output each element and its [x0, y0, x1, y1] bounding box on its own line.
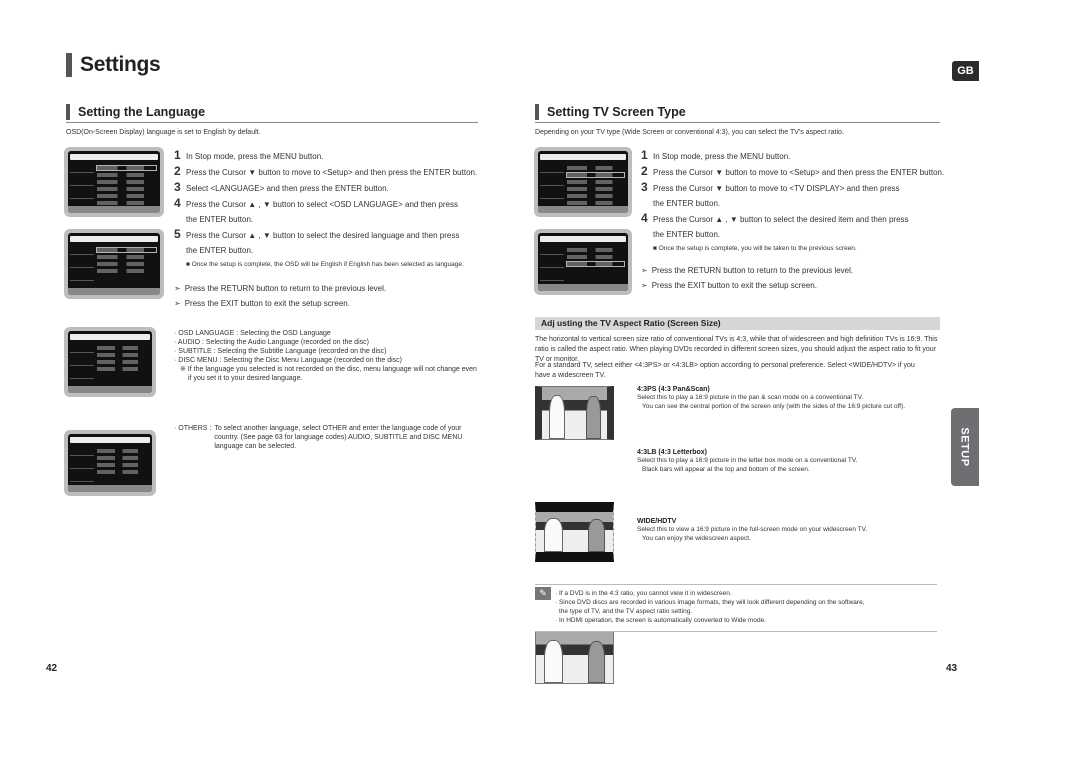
page-number-left: 42 — [46, 663, 58, 674]
aspect-ratio-paragraph-2: For a standard TV, select either <4:3PS>… — [535, 362, 915, 379]
heading-bar-decoration — [535, 104, 539, 120]
setup-side-tab: SETUP — [951, 408, 979, 486]
aspect-ratio-subheading: Adj usting the TV Aspect Ratio (Screen S… — [535, 317, 940, 330]
step-item: 4 Press the Cursor ▲ , ▼ button to select… — [641, 211, 909, 225]
tv-screen-steps: 1 In Stop mode, press the MENU button. 2P… — [641, 148, 951, 293]
osd-screenshot-language-list — [64, 327, 156, 397]
note-item: · If a DVD is in the 4:3 ratio, you cann… — [555, 590, 732, 597]
tip-item: ➣ Press the EXIT button to exit the setup… — [641, 281, 817, 290]
osd-screenshot-tv-display-options — [534, 229, 632, 295]
arrow-icon: ➣ — [174, 284, 181, 293]
region-badge: GB — [952, 61, 979, 81]
note-item: the type of TV, and the TV aspect ratio … — [559, 608, 693, 615]
language-steps: 1 In Stop mode, press the MENU button. 2P… — [174, 148, 484, 311]
language-intro: OSD(On-Screen Display) language is set t… — [66, 129, 261, 136]
step-item: 3 Select <LANGUAGE> and then press the EN… — [174, 180, 389, 194]
tip-item: ➣ Press the EXIT button to exit the setup… — [174, 299, 350, 308]
pencil-note-icon: ✎ — [535, 587, 551, 600]
language-heading-text: Setting the Language — [78, 105, 206, 119]
osd-screenshot-language-menu — [64, 229, 164, 299]
list-item: · SUBTITLE : Selecting the Subtitle Lang… — [174, 348, 387, 355]
list-note: if you set it to your desired language. — [188, 375, 303, 382]
list-item: · DISC MENU : Selecting the Disc Menu La… — [174, 357, 402, 364]
option-pan-scan: 4:3PS (4:3 Pan&Scan) Select this to play… — [637, 386, 906, 410]
tv-screen-section-heading: Setting TV Screen Type — [535, 104, 940, 123]
step-item: 1 In Stop mode, press the MENU button. — [641, 148, 791, 162]
language-options-list: · OSD LANGUAGE : Selecting the OSD Langu… — [174, 329, 484, 383]
step-item: 5 Press the Cursor ▲ , ▼ button to select… — [174, 227, 460, 241]
list-item: · OSD LANGUAGE : Selecting the OSD Langu… — [174, 330, 331, 337]
step-item: 4 Press the Cursor ▲ , ▼ button to select… — [174, 196, 458, 210]
option-wide-hdtv: WIDE/HDTV Select this to view a 16:9 pic… — [637, 518, 868, 542]
step-note: ■ Once the setup is complete, the OSD wi… — [186, 261, 464, 268]
step-item: 2 Press the Cursor ▼ button to move to <S… — [641, 164, 945, 178]
arrow-icon: ➣ — [641, 281, 648, 290]
list-note: ※ If the language you selected is not re… — [180, 366, 477, 373]
osd-screenshot-tv-display-menu — [534, 147, 632, 217]
arrow-icon: ➣ — [641, 266, 648, 275]
tv-screen-intro: Depending on your TV type (Wide Screen o… — [535, 129, 844, 136]
osd-screenshot-setup-menu — [64, 147, 164, 217]
step-item: 3 Press the Cursor ▼ button to move to <T… — [641, 180, 900, 194]
others-item: · OTHERS : To select another language, s… — [174, 425, 463, 450]
step-item: 2 Press the Cursor ▼ button to move to <S… — [174, 164, 478, 178]
tip-item: ➣ Press the RETURN button to return to th… — [174, 284, 387, 293]
letterbox-illustration — [535, 502, 614, 562]
heading-bar-decoration — [66, 104, 70, 120]
language-section-heading: Setting the Language — [66, 104, 478, 123]
notes-box: ✎ · If a DVD is in the 4:3 ratio, you ca… — [535, 584, 937, 632]
step-item: 1 In Stop mode, press the MENU button. — [174, 148, 324, 162]
page-title: Settings — [66, 53, 161, 77]
title-bar-decoration — [66, 53, 72, 77]
step-note: ■ Once the setup is complete, you will b… — [653, 245, 857, 252]
list-item: · AUDIO : Selecting the Audio Language (… — [174, 339, 369, 346]
note-item: · In HDMI operation, the screen is autom… — [555, 617, 766, 624]
osd-screenshot-others — [64, 430, 156, 496]
arrow-icon: ➣ — [174, 299, 181, 308]
note-item: · Since DVD discs are recorded in variou… — [555, 599, 865, 606]
page-title-text: Settings — [80, 53, 161, 76]
widescreen-illustration — [535, 631, 614, 684]
tip-item: ➣ Press the RETURN button to return to th… — [641, 266, 854, 275]
tv-screen-heading-text: Setting TV Screen Type — [547, 105, 686, 119]
pan-scan-illustration — [535, 386, 614, 440]
option-letterbox: 4:3LB (4:3 Letterbox) Select this to pla… — [637, 449, 858, 473]
page-number-right: 43 — [946, 663, 958, 674]
